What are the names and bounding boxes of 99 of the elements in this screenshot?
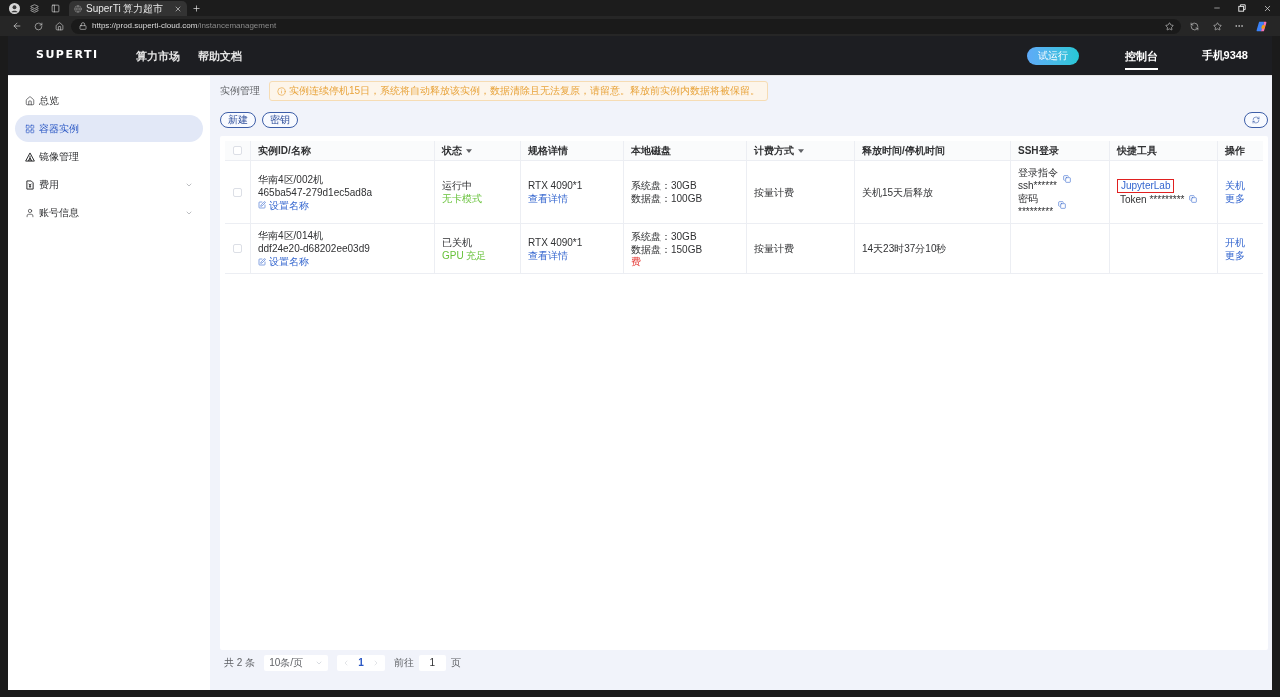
action-link[interactable]: 更多 [1225, 192, 1256, 205]
caret-icon[interactable] [466, 148, 472, 153]
document-icon [25, 179, 35, 190]
refresh-icon [1252, 116, 1260, 124]
nav-link[interactable]: 帮助文档 [197, 41, 242, 70]
column-header: 实例ID/名称 [258, 144, 311, 157]
spec-text: RTX 4090*1 [528, 235, 584, 249]
url-text: https://prod.superti-cloud.com/instancemanagement [92, 20, 277, 32]
account-link[interactable]: 手机9348 [1201, 49, 1248, 62]
disk-text: 系统盘：30GB [631, 179, 698, 192]
instance-name: 华南4区/002机 [258, 172, 325, 186]
home-icon [25, 95, 35, 106]
sidebar-item[interactable]: 总览 [15, 87, 203, 114]
action-link[interactable]: 开机 [1225, 235, 1256, 249]
tab-list-icon[interactable] [51, 3, 60, 13]
release-time: 14天23时37分10秒 [862, 242, 948, 255]
checkbox[interactable] [233, 244, 242, 253]
close-tab-icon[interactable] [174, 4, 182, 13]
star-icon[interactable] [1165, 21, 1174, 31]
new-tab-icon[interactable] [192, 3, 201, 13]
status-note: GPU 充足 [442, 248, 488, 262]
globe-icon [74, 4, 82, 13]
checkbox[interactable] [233, 187, 242, 197]
info-icon [277, 86, 286, 96]
goto-label: 前往 [393, 657, 414, 669]
column-header: 释放时间/停机时间 [862, 144, 945, 157]
home-icon[interactable] [55, 21, 64, 31]
fee-tag: 费 [631, 255, 641, 268]
caret-icon[interactable] [798, 148, 804, 153]
favorites-star-icon[interactable] [1213, 21, 1222, 31]
billing-text: 按量计费 [754, 242, 795, 255]
rename-link[interactable]: 设置名称 [258, 198, 427, 212]
restore-icon[interactable] [1238, 4, 1246, 12]
refresh-button[interactable] [1244, 112, 1268, 128]
grid-icon [25, 123, 35, 134]
sidebar-item[interactable]: 费用 [15, 171, 203, 198]
close-window-icon[interactable] [1263, 3, 1272, 13]
total-count: 共 2 条 [224, 657, 256, 669]
action-link[interactable]: 更多 [1225, 248, 1256, 262]
ssh-label: 密码 [1018, 192, 1039, 205]
reload-icon[interactable] [34, 21, 43, 31]
column-header: 规格详情 [528, 144, 568, 157]
chevron-icon [315, 659, 324, 667]
rename-link[interactable]: 设置名称 [258, 255, 427, 268]
back-icon[interactable] [12, 21, 22, 31]
status-text: 已关机 [442, 235, 473, 249]
ssh-label: 登录指令 [1018, 166, 1058, 179]
browser-tab[interactable]: SuperTi 算力超市 [69, 1, 187, 16]
action-link[interactable]: 关机 [1225, 179, 1256, 192]
status-note: 无卡模式 [442, 192, 483, 205]
breadcrumb[interactable]: 实例管理 [220, 85, 260, 97]
column-header: 计费方式 [754, 144, 794, 157]
workspaces-icon[interactable] [30, 3, 39, 13]
column-header: SSH登录 [1018, 144, 1059, 157]
column-header: 操作 [1225, 144, 1245, 157]
page-button[interactable]: 1 [358, 657, 364, 669]
token-text: Token ********* [1120, 192, 1185, 206]
sidebar-item[interactable]: 账号信息 [15, 199, 203, 226]
sidebar-item[interactable]: 容器实例 [15, 115, 203, 142]
disk-text: 系统盘：30GB [631, 229, 698, 243]
minimize-icon[interactable] [1213, 4, 1221, 12]
status-text: 运行中 [442, 179, 473, 192]
notice-text: 实例连续停机15日，系统将自动释放该实例，数据清除且无法复原，请留意。释放前实例内数据将被保留。 [289, 85, 761, 97]
column-header: 本地磁盘 [631, 144, 671, 157]
action-button[interactable]: 新建 [220, 112, 256, 128]
disk-text: 数据盘：150GB [631, 242, 704, 256]
lock-icon [79, 22, 87, 30]
copilot-logo-icon[interactable] [1256, 20, 1267, 32]
page-suffix: 页 [450, 657, 461, 669]
details-link[interactable]: 查看详情 [528, 192, 616, 205]
instance-id: 465ba547-279d1ec5ad8a [258, 185, 373, 199]
sync-icon[interactable] [1190, 21, 1199, 31]
action-button[interactable]: 密钥 [262, 112, 298, 128]
nav-link[interactable]: 算力市场 [135, 41, 180, 70]
disk-text: 数据盘：100GB [631, 192, 704, 205]
release-time: 关机15天后释放 [862, 185, 935, 199]
jupyterlab-link[interactable]: JupyterLab [1117, 178, 1175, 193]
column-header: 状态 [442, 144, 462, 157]
page-input[interactable]: 1 [418, 655, 446, 671]
edit-icon [258, 201, 266, 209]
column-header: 快捷工具 [1117, 144, 1157, 157]
ssh-value: ********* [1018, 205, 1054, 218]
user-icon [25, 207, 35, 218]
billing-text: 按量计费 [754, 185, 795, 199]
tab-title: SuperTi 算力超市 [86, 2, 164, 15]
spec-text: RTX 4090*1 [528, 179, 584, 192]
edit-icon [258, 257, 266, 266]
checkbox[interactable] [233, 146, 242, 155]
ssh-value: ssh****** [1018, 179, 1058, 192]
profile-icon[interactable] [9, 2, 20, 14]
address-bar[interactable]: https://prod.superti-cloud.com/instancemanagement [71, 18, 1181, 34]
instance-name: 华南4区/014机 [258, 229, 325, 242]
console-link[interactable]: 控制台 [1124, 41, 1158, 70]
logo[interactable]: SUPERTI [36, 47, 99, 64]
page-size-select[interactable]: 10条/页 [264, 655, 329, 671]
details-link[interactable]: 查看详情 [528, 248, 616, 262]
triangle-icon [25, 151, 35, 162]
sidebar-item[interactable]: 镜像管理 [15, 143, 203, 170]
instance-id: ddf24e20-d68202ee03d9 [258, 242, 371, 255]
